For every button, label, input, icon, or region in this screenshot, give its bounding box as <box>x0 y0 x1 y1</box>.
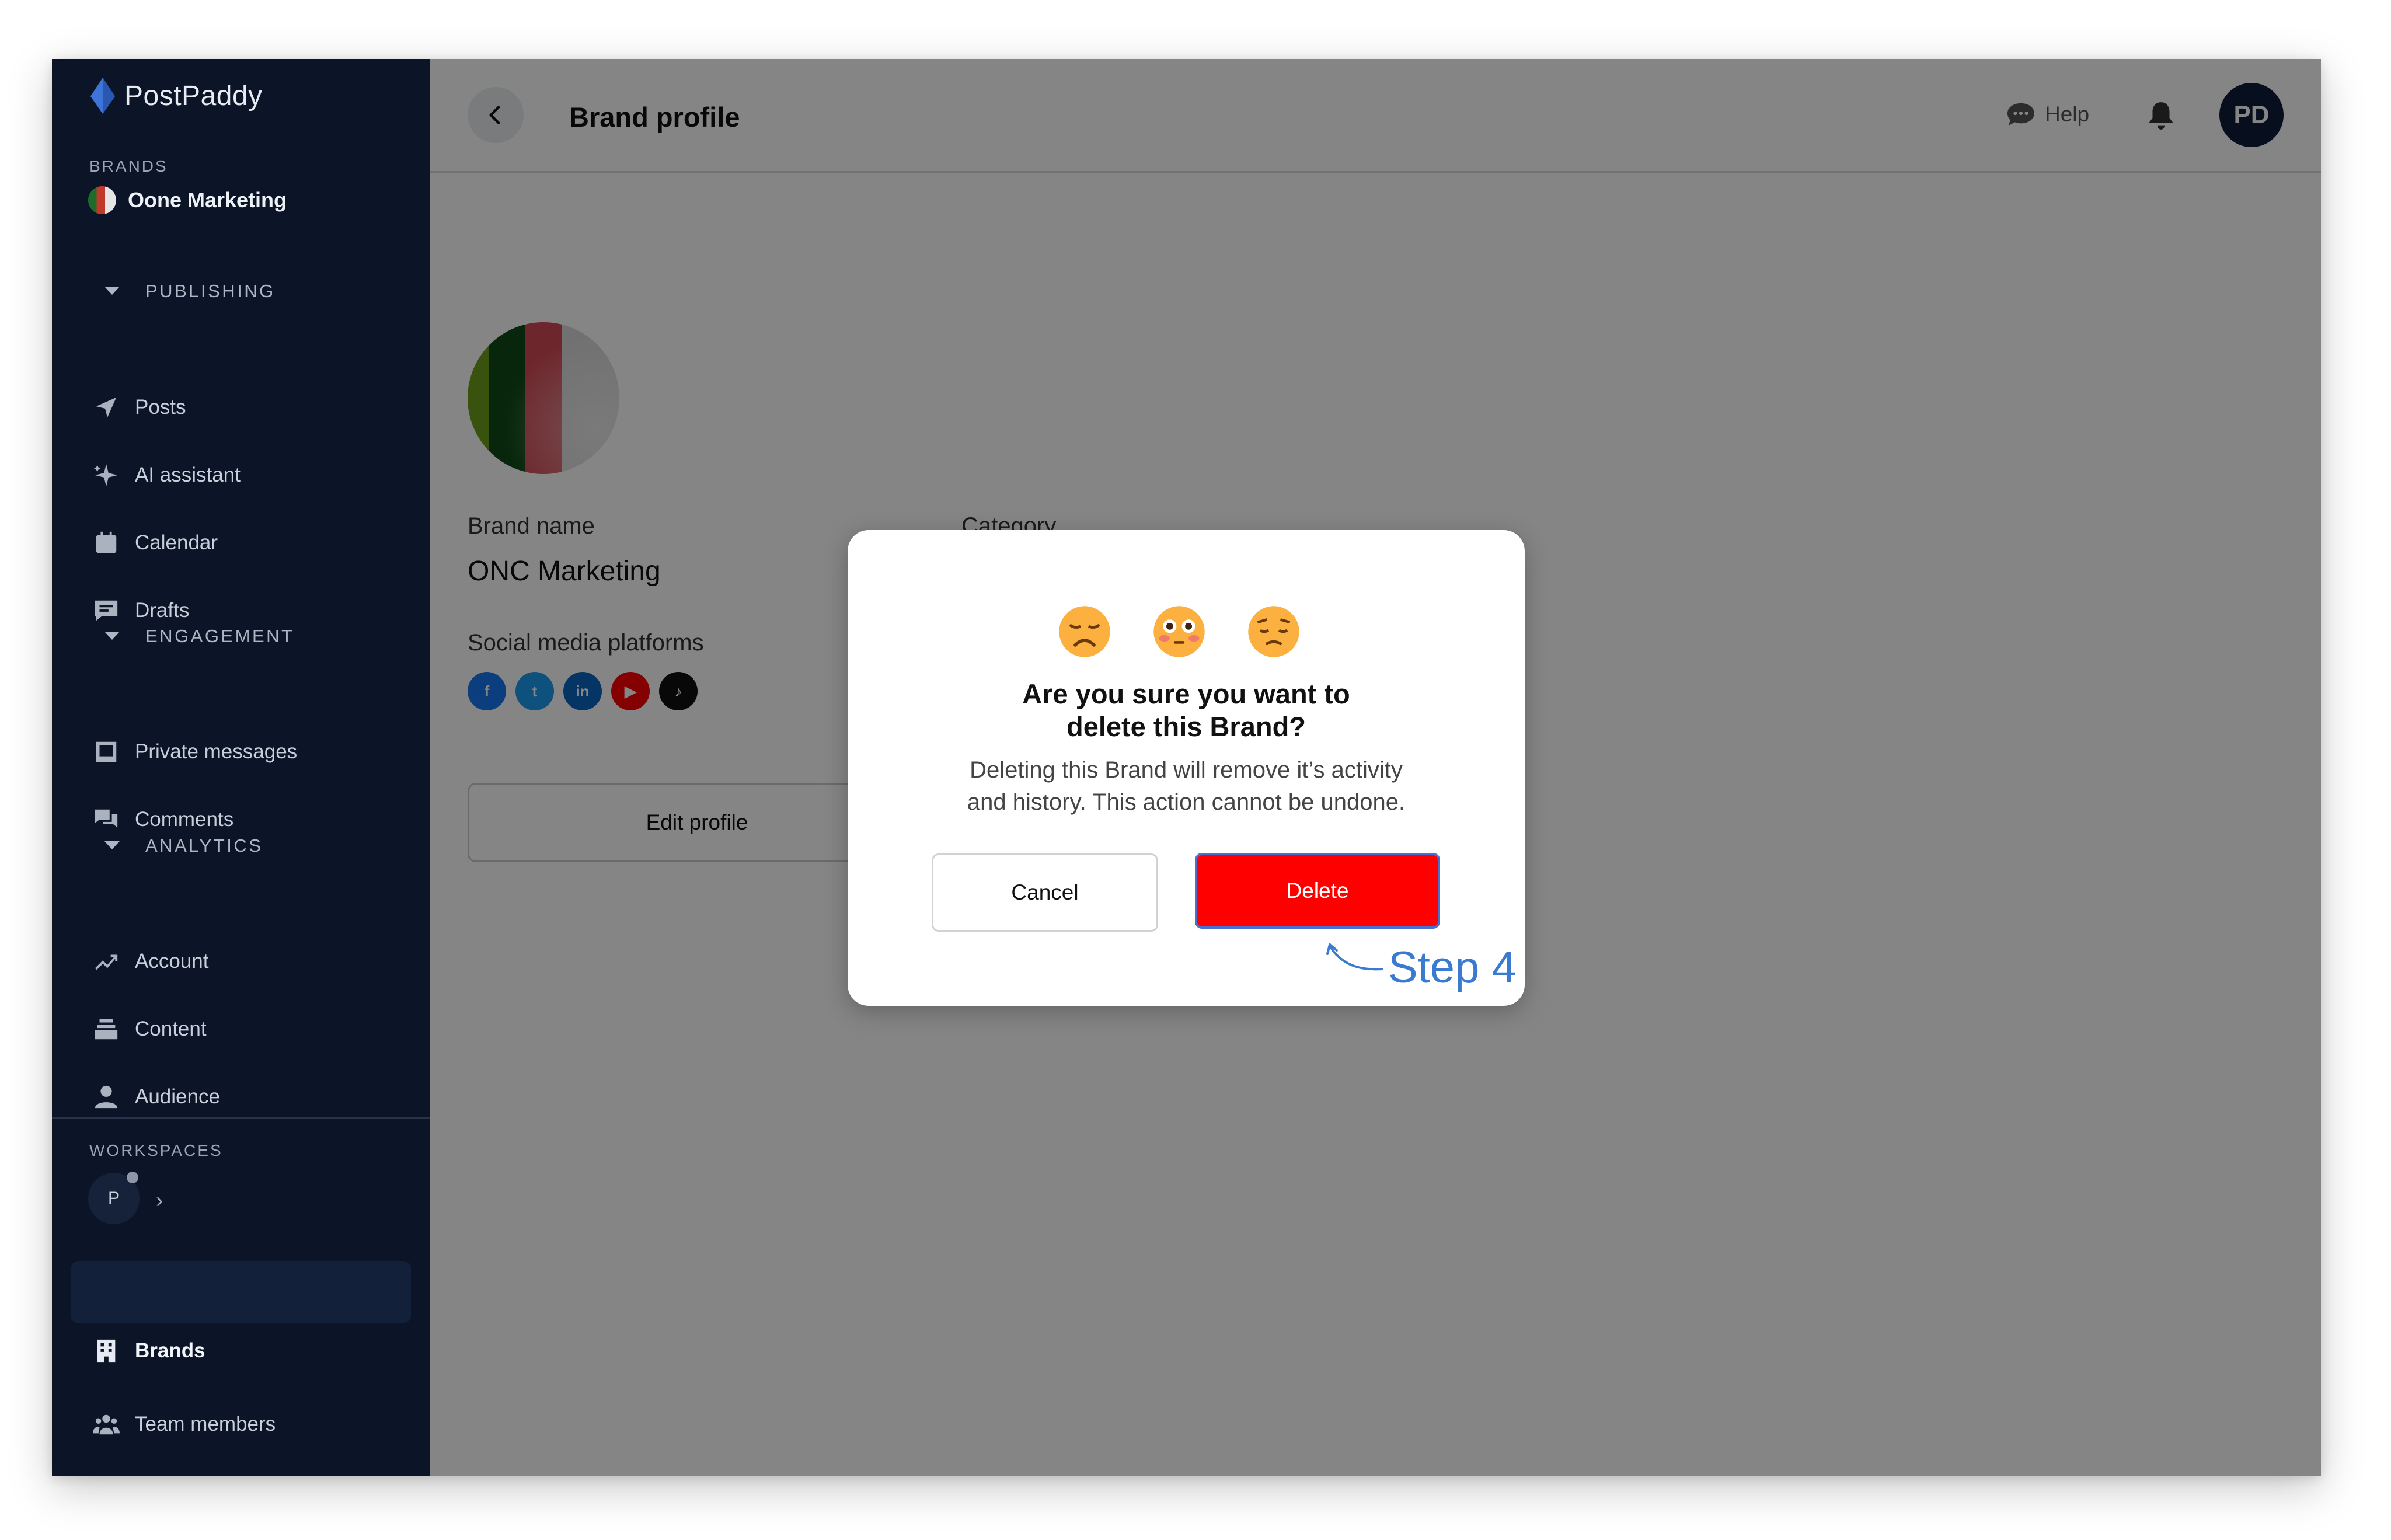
team-icon <box>93 1414 120 1435</box>
caret-down-icon <box>104 632 120 640</box>
nav-label: Team members <box>135 1413 276 1436</box>
sidebar: PostPaddy BRANDS Oone Marketing PUBLISHI… <box>52 59 430 1476</box>
stack-icon <box>95 1019 118 1040</box>
drafts-icon <box>95 600 118 621</box>
emoji-row <box>1058 605 1301 658</box>
pensive-face-icon <box>1248 606 1299 657</box>
current-brand-name: Oone Marketing <box>128 188 287 212</box>
nav-content[interactable]: Content <box>93 1016 207 1043</box>
nav-calendar[interactable]: Calendar <box>93 529 218 556</box>
workspaces-section-label: WORKSPACES <box>89 1141 223 1159</box>
group-engagement[interactable]: ENGAGEMENT <box>104 626 295 647</box>
flushed-face-icon <box>1153 606 1205 657</box>
delete-brand-dialog: Are you sure you want to delete this Bra… <box>848 530 1525 1006</box>
brand-avatar <box>88 186 116 214</box>
logo[interactable]: PostPaddy <box>88 76 263 115</box>
calendar-icon <box>96 531 117 553</box>
dialog-message-line: Deleting this Brand will remove it’s act… <box>970 757 1403 783</box>
nav-label: Private messages <box>135 740 298 763</box>
nav-label: Brands <box>135 1339 205 1362</box>
inbox-icon <box>96 741 117 762</box>
nav-ai-assistant[interactable]: AI assistant <box>93 462 241 489</box>
sparkle-icon <box>93 464 118 487</box>
nav-brands[interactable]: Brands <box>93 1337 205 1364</box>
building-icon <box>97 1339 116 1363</box>
nav-label: Calendar <box>135 531 218 554</box>
nav-label: Account <box>135 950 209 973</box>
nav-label: Drafts <box>135 599 190 622</box>
group-label: ANALYTICS <box>145 835 263 856</box>
caret-down-icon <box>104 287 120 295</box>
cancel-button[interactable]: Cancel <box>932 853 1158 932</box>
nav-label: Comments <box>135 808 234 831</box>
chevron-right-icon[interactable]: › <box>156 1188 163 1213</box>
app-name: PostPaddy <box>124 80 263 112</box>
dialog-title-line: delete this Brand? <box>1066 711 1306 742</box>
disappointed-face-icon <box>1059 606 1110 657</box>
group-label: PUBLISHING <box>145 281 276 301</box>
nav-team-members[interactable]: Team members <box>93 1411 276 1438</box>
brands-section-label: BRANDS <box>89 157 168 175</box>
nav-label: Content <box>135 1018 207 1040</box>
comments-icon <box>95 809 118 828</box>
nav-account[interactable]: Account <box>93 948 208 975</box>
nav-active-highlight <box>71 1261 411 1323</box>
workspace-status-dot <box>127 1172 138 1183</box>
postpaddy-logo-icon <box>90 78 115 114</box>
nav-label: Posts <box>135 396 186 419</box>
dialog-title: Are you sure you want to delete this Bra… <box>848 678 1525 743</box>
delete-button[interactable]: Delete <box>1195 853 1440 929</box>
annotation-arrow-icon <box>1326 943 1383 971</box>
nav-posts[interactable]: Posts <box>93 394 186 421</box>
nav-label: AI assistant <box>135 464 241 486</box>
group-publishing[interactable]: PUBLISHING <box>104 281 276 302</box>
nav-label: Audience <box>135 1085 220 1108</box>
caret-down-icon <box>104 841 120 849</box>
step-annotation-label: Step 4 <box>1388 943 1517 992</box>
trend-icon <box>95 954 118 970</box>
send-icon <box>96 397 117 418</box>
group-label: ENGAGEMENT <box>145 626 295 646</box>
nav-private-messages[interactable]: Private messages <box>93 738 297 765</box>
brand-switcher[interactable]: Oone Marketing <box>88 186 287 214</box>
user-icon <box>95 1085 118 1109</box>
sidebar-divider <box>52 1117 430 1119</box>
group-analytics[interactable]: ANALYTICS <box>104 835 263 856</box>
dialog-message-line: and history. This action cannot be undon… <box>967 789 1406 815</box>
dialog-message: Deleting this Brand will remove it’s act… <box>848 754 1525 818</box>
dialog-title-line: Are you sure you want to <box>1022 678 1350 709</box>
nav-audience[interactable]: Audience <box>93 1083 220 1110</box>
nav-comments[interactable]: Comments <box>93 806 233 833</box>
nav-drafts[interactable]: Drafts <box>93 597 189 624</box>
